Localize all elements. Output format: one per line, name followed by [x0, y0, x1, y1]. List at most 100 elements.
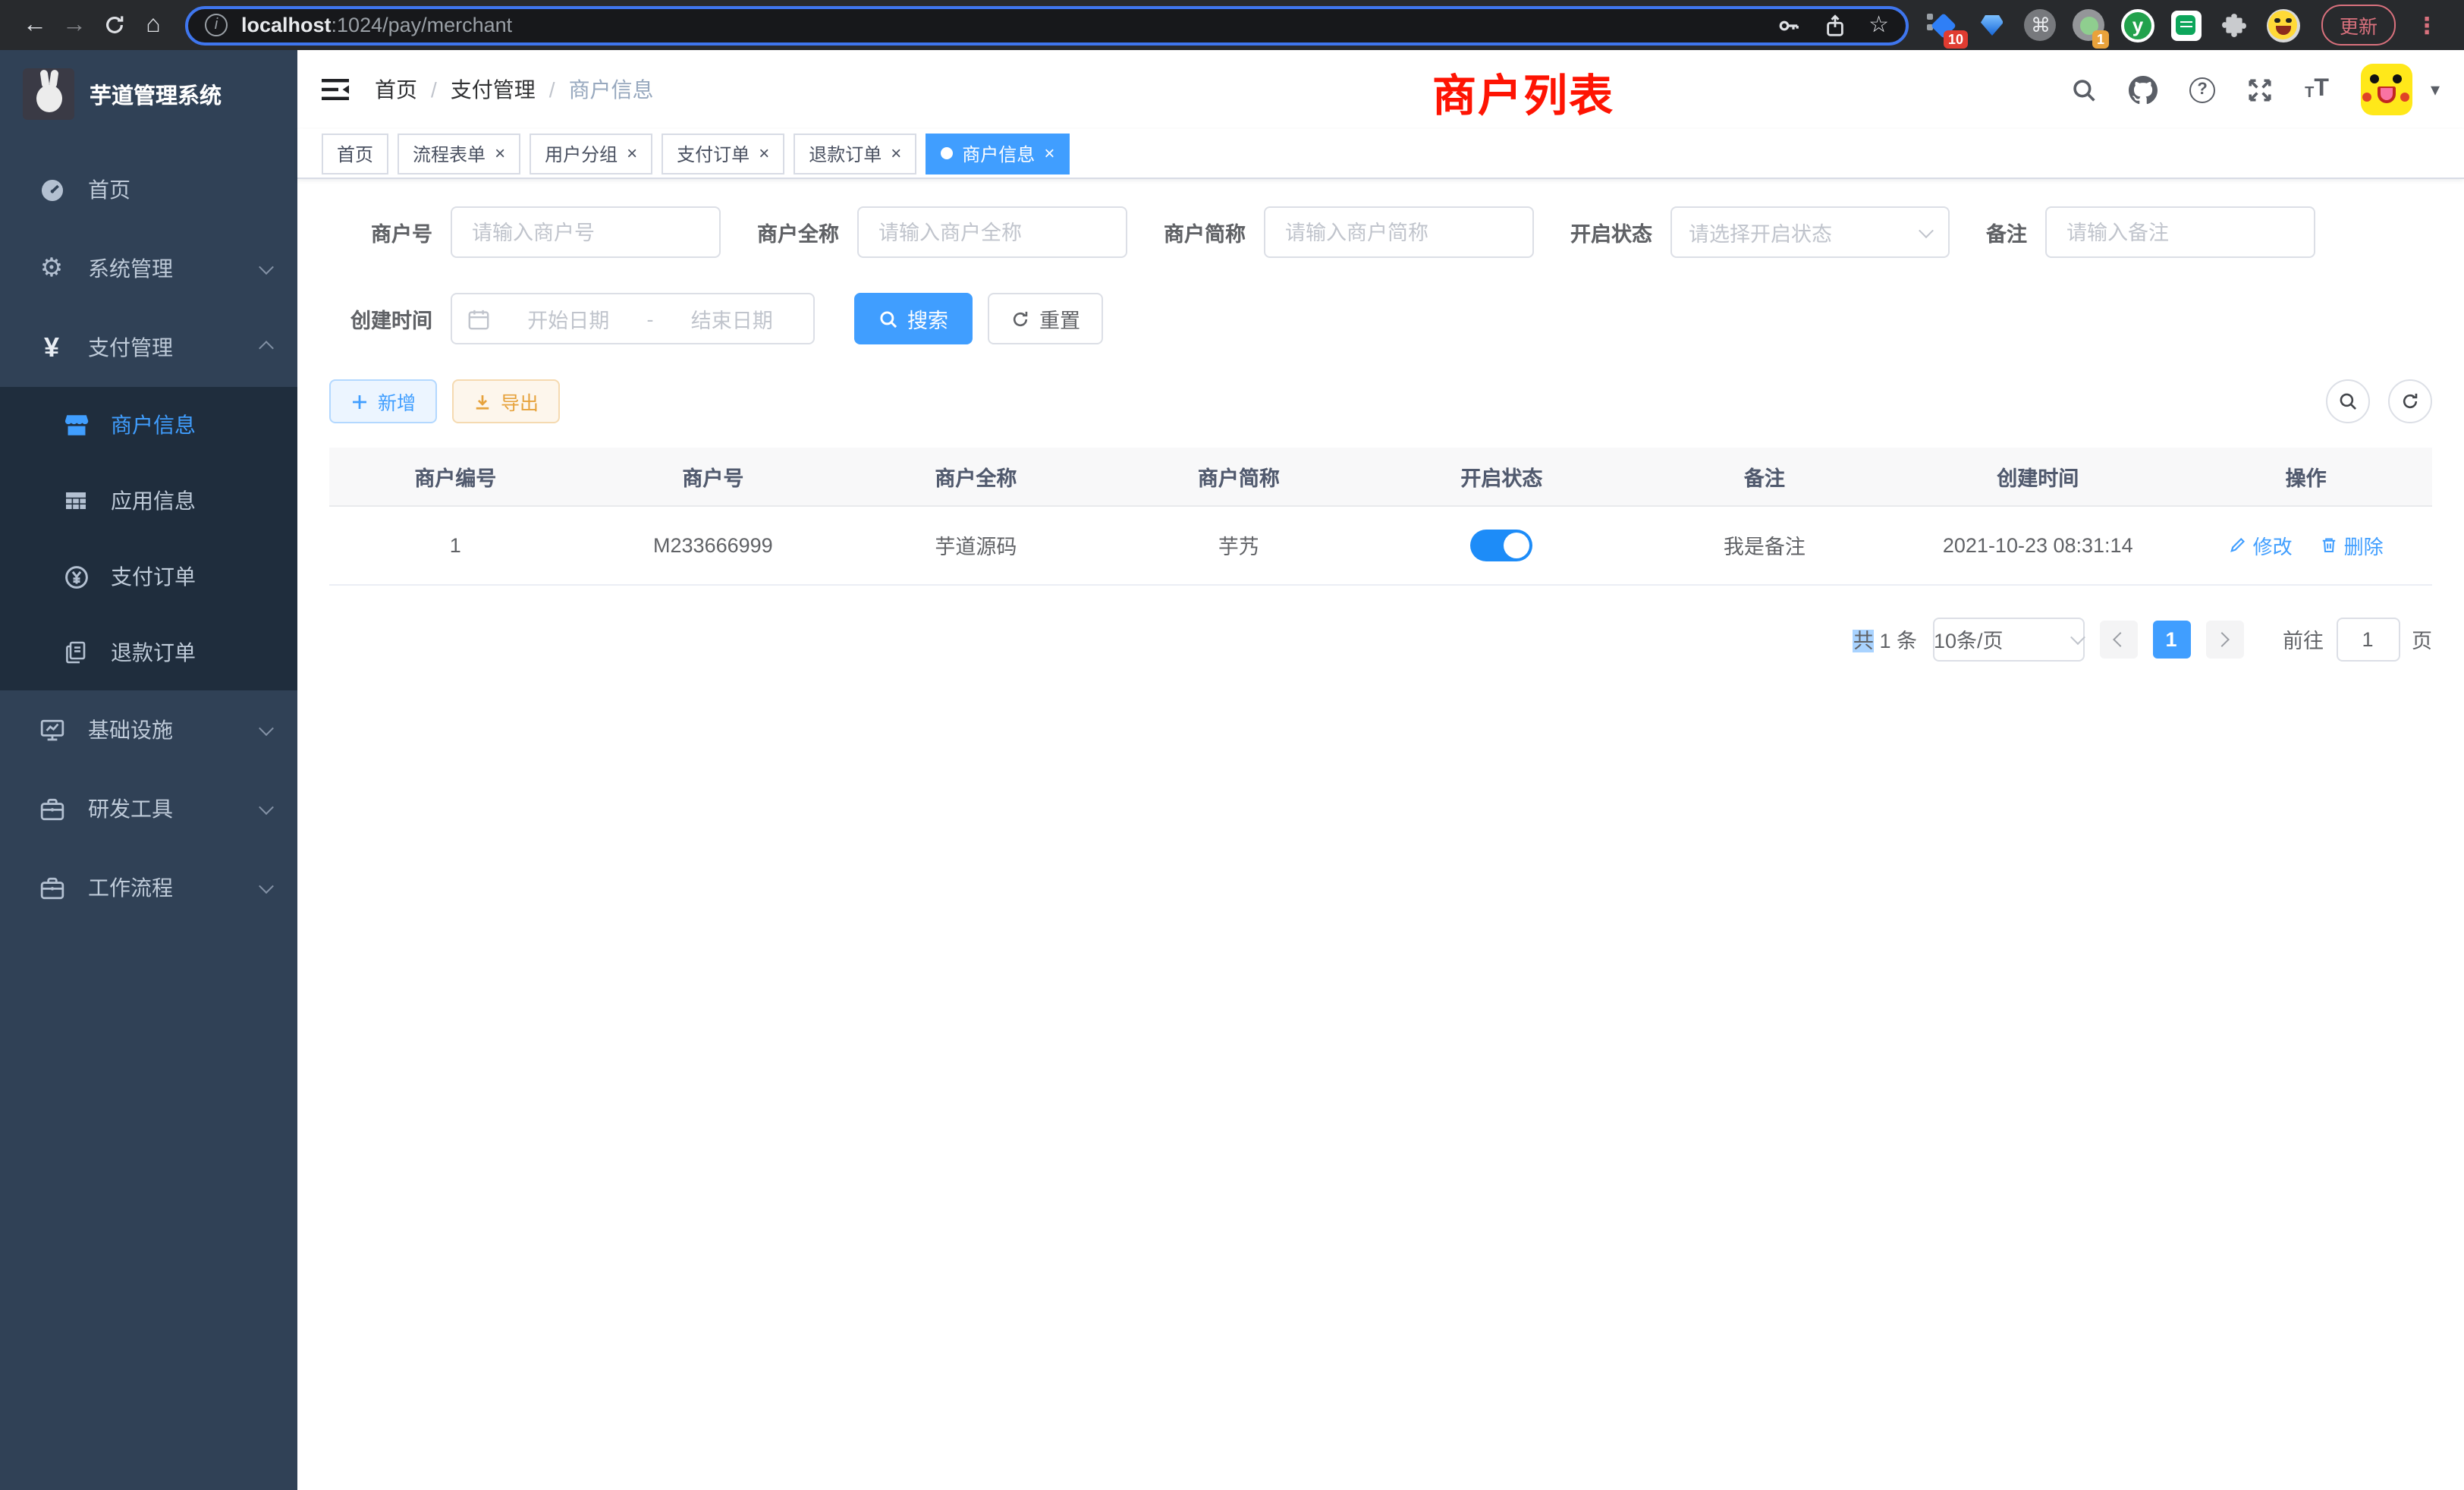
- browser-menu-icon[interactable]: ⋮: [2411, 11, 2443, 39]
- show-search-button[interactable]: [2326, 379, 2370, 423]
- extension-chat-icon[interactable]: [2170, 8, 2203, 42]
- app-header: 首页 / 支付管理 / 商户信息 商户列表 ?: [297, 50, 2464, 129]
- fullscreen-icon[interactable]: [2247, 77, 2273, 102]
- help-icon[interactable]: ?: [2189, 77, 2215, 102]
- sidebar: 芋道管理系统 首页 ⚙ 系统管理 ¥ 支付管理: [0, 50, 297, 1490]
- extension-diamond-icon[interactable]: 10: [1927, 8, 1960, 42]
- full-name-input[interactable]: [857, 206, 1127, 258]
- table-header-row: 商户编号 商户号 商户全称 商户简称 开启状态 备注 创建时间 操作: [329, 448, 2432, 505]
- sidebar-item-system[interactable]: ⚙ 系统管理: [0, 229, 297, 308]
- refresh-button[interactable]: [2388, 379, 2432, 423]
- close-icon[interactable]: ×: [627, 144, 637, 162]
- extension-badge: 1: [2092, 30, 2109, 48]
- extension-command-icon[interactable]: ⌘: [2024, 8, 2057, 42]
- sidebar-item-workflow[interactable]: 工作流程: [0, 848, 297, 927]
- password-key-icon[interactable]: [1776, 13, 1800, 37]
- date-start-placeholder[interactable]: 开始日期: [502, 303, 635, 334]
- tab-process-form[interactable]: 流程表单×: [398, 133, 520, 174]
- briefcase-icon: [33, 875, 70, 901]
- merchant-table: 商户编号 商户号 商户全称 商户简称 开启状态 备注 创建时间 操作 1: [329, 448, 2432, 585]
- short-name-input[interactable]: [1264, 206, 1534, 258]
- site-info-icon[interactable]: i: [205, 14, 228, 36]
- extension-status-icon[interactable]: 1: [2073, 8, 2106, 42]
- current-page-button[interactable]: 1: [2152, 620, 2190, 658]
- extension-y-icon[interactable]: y: [2121, 8, 2154, 42]
- sidebar-item-refund-orders[interactable]: 退款订单: [0, 615, 297, 690]
- status-toggle[interactable]: [1470, 529, 1532, 561]
- extension-gem-icon[interactable]: [1975, 8, 2009, 42]
- sidebar-item-label: 研发工具: [88, 794, 173, 824]
- sidebar-item-dev-tools[interactable]: 研发工具: [0, 769, 297, 848]
- date-range-picker[interactable]: 开始日期 - 结束日期: [451, 293, 815, 344]
- close-icon[interactable]: ×: [891, 144, 901, 162]
- dashboard-icon: [33, 177, 70, 203]
- sidebar-item-payment[interactable]: ¥ 支付管理: [0, 308, 297, 387]
- github-icon[interactable]: [2129, 75, 2158, 104]
- sidebar-item-infrastructure[interactable]: 基础设施: [0, 690, 297, 769]
- page-size-select[interactable]: 10条/页: [1932, 617, 2084, 661]
- pagination: 共 1 条 10条/页 1 前往 页: [329, 617, 2432, 661]
- browser-back-icon[interactable]: ←: [15, 5, 55, 45]
- date-end-placeholder[interactable]: 结束日期: [666, 303, 799, 334]
- briefcase-icon: [33, 796, 70, 822]
- delete-link[interactable]: 删除: [2320, 530, 2384, 559]
- close-icon[interactable]: ×: [759, 144, 769, 162]
- tab-user-group[interactable]: 用户分组×: [530, 133, 652, 174]
- sidebar-item-app-info[interactable]: 应用信息: [0, 463, 297, 539]
- edit-link[interactable]: 修改: [2229, 530, 2293, 559]
- sidebar-item-label: 系统管理: [88, 253, 173, 284]
- date-separator: -: [647, 307, 654, 330]
- prev-page-button[interactable]: [2099, 620, 2137, 658]
- sidebar-item-label: 支付订单: [111, 561, 196, 592]
- user-avatar[interactable]: [2361, 64, 2412, 115]
- share-icon[interactable]: [1823, 13, 1846, 37]
- cell-remark: 我是备注: [1633, 505, 1897, 584]
- col-actions: 操作: [2180, 448, 2432, 505]
- search-icon[interactable]: [2071, 77, 2097, 102]
- sidebar-item-merchant-info[interactable]: 商户信息: [0, 387, 297, 463]
- bookmark-star-icon[interactable]: ☆: [1868, 14, 1889, 36]
- close-icon[interactable]: ×: [1044, 144, 1054, 162]
- goto-page-input[interactable]: [2336, 617, 2400, 661]
- annotation-title: 商户列表: [1432, 61, 1614, 124]
- url-text: localhost:1024/pay/merchant: [241, 14, 512, 36]
- sidebar-item-home[interactable]: 首页: [0, 150, 297, 229]
- short-name-label: 商户简称: [1164, 217, 1246, 247]
- remark-input[interactable]: [2045, 206, 2315, 258]
- browser-forward-icon[interactable]: →: [55, 5, 94, 45]
- status-select[interactable]: 请选择开启状态: [1670, 206, 1950, 258]
- export-button[interactable]: 导出: [452, 379, 560, 423]
- reset-button[interactable]: 重置: [988, 293, 1103, 344]
- sidebar-item-pay-orders[interactable]: 支付订单: [0, 539, 297, 615]
- browser-reload-icon[interactable]: [94, 5, 134, 45]
- browser-update-button[interactable]: 更新: [2321, 5, 2396, 46]
- browser-home-icon[interactable]: ⌂: [134, 5, 173, 45]
- sidebar-item-label: 退款订单: [111, 637, 196, 668]
- tab-pay-order[interactable]: 支付订单×: [662, 133, 784, 174]
- col-short-name: 商户简称: [1108, 448, 1371, 505]
- close-icon[interactable]: ×: [495, 144, 505, 162]
- avatar-caret-icon[interactable]: ▾: [2431, 79, 2440, 100]
- sidebar-menu: 首页 ⚙ 系统管理 ¥ 支付管理: [0, 138, 297, 927]
- app-title: 芋道管理系统: [90, 78, 222, 110]
- search-button[interactable]: 搜索: [854, 293, 973, 344]
- extensions-puzzle-icon[interactable]: [2218, 8, 2252, 42]
- pagination-total: 共 1 条: [1853, 624, 1917, 654]
- next-page-button[interactable]: [2205, 620, 2243, 658]
- font-size-icon[interactable]: TT: [2305, 77, 2329, 102]
- cell-full-name: 芋道源码: [844, 505, 1108, 584]
- merchant-no-input[interactable]: [451, 206, 721, 258]
- collapse-sidebar-icon[interactable]: [322, 77, 349, 102]
- pencil-icon: [2229, 536, 2247, 554]
- breadcrumb-home[interactable]: 首页: [375, 74, 417, 105]
- url-host: localhost: [241, 14, 332, 36]
- tab-home[interactable]: 首页: [322, 133, 388, 174]
- breadcrumb-payment[interactable]: 支付管理: [451, 74, 536, 105]
- add-button[interactable]: 新增: [329, 379, 437, 423]
- url-bar[interactable]: i localhost:1024/pay/merchant ☆: [185, 5, 1909, 45]
- tab-merchant-info[interactable]: 商户信息×: [926, 133, 1070, 174]
- app-logo[interactable]: 芋道管理系统: [0, 50, 297, 138]
- tab-refund-order[interactable]: 退款订单×: [794, 133, 916, 174]
- col-merchant-no: 商户号: [582, 448, 845, 505]
- profile-avatar-icon[interactable]: [2267, 8, 2300, 42]
